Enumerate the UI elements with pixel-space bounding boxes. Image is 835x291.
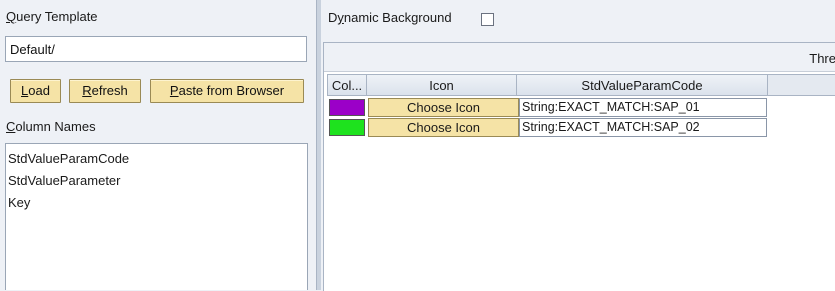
column-header-stdvalueparamcode[interactable]: StdValueParamCode bbox=[516, 74, 768, 96]
refresh-button[interactable]: Refresh bbox=[69, 79, 141, 103]
refresh-mnemonic: R bbox=[82, 83, 92, 98]
choose-icon-button[interactable]: Choose Icon bbox=[368, 118, 519, 137]
query-template-label-text: uery Template bbox=[16, 9, 98, 24]
threshold-header-label: Thre bbox=[809, 51, 835, 66]
stdvalueparamcode-cell[interactable]: String:EXACT_MATCH:SAP_01 bbox=[519, 98, 767, 117]
dynamic-background-label: Dynamic Background bbox=[328, 10, 452, 25]
right-panel: Dynamic Background Thre Col... Icon StdV… bbox=[321, 0, 835, 291]
color-swatch[interactable] bbox=[329, 99, 365, 116]
query-template-label: Query Template bbox=[6, 9, 98, 24]
threshold-header: Thre bbox=[324, 43, 835, 72]
dynamic-background-label-text: namic Background bbox=[343, 10, 452, 25]
column-names-list[interactable]: StdValueParamCode StdValueParameter Key bbox=[5, 143, 308, 290]
column-header-icon[interactable]: Icon bbox=[366, 74, 517, 96]
column-header-color[interactable]: Col... bbox=[327, 74, 367, 96]
column-names-mnemonic: C bbox=[6, 119, 16, 134]
dynamic-background-label-pre: D bbox=[328, 10, 338, 25]
list-item[interactable]: Key bbox=[8, 192, 305, 214]
paste-label: aste from Browser bbox=[178, 83, 285, 98]
load-button[interactable]: Load bbox=[10, 79, 61, 103]
stdvalueparamcode-cell[interactable]: String:EXACT_MATCH:SAP_02 bbox=[519, 118, 767, 137]
query-template-input[interactable] bbox=[5, 36, 307, 62]
paste-mnemonic: P bbox=[169, 83, 179, 98]
paste-from-browser-button[interactable]: Paste from Browser bbox=[150, 79, 304, 103]
list-item[interactable]: StdValueParamCode bbox=[8, 148, 305, 170]
column-names-label-text: olumn Names bbox=[15, 119, 96, 134]
query-template-mnemonic: Q bbox=[6, 9, 17, 24]
list-item[interactable]: StdValueParameter bbox=[8, 170, 305, 192]
column-header-filler bbox=[767, 74, 835, 96]
choose-icon-button[interactable]: Choose Icon bbox=[368, 98, 519, 117]
column-names-label: Column Names bbox=[6, 119, 96, 134]
color-icon-table: Thre Col... Icon StdValueParamCode Choos… bbox=[323, 42, 835, 291]
load-label: oad bbox=[28, 83, 50, 98]
refresh-label: efresh bbox=[91, 83, 128, 98]
color-swatch[interactable] bbox=[329, 119, 365, 136]
dynamic-background-checkbox[interactable] bbox=[481, 13, 494, 26]
left-panel: Query Template Load Refresh Paste from B… bbox=[0, 0, 316, 290]
